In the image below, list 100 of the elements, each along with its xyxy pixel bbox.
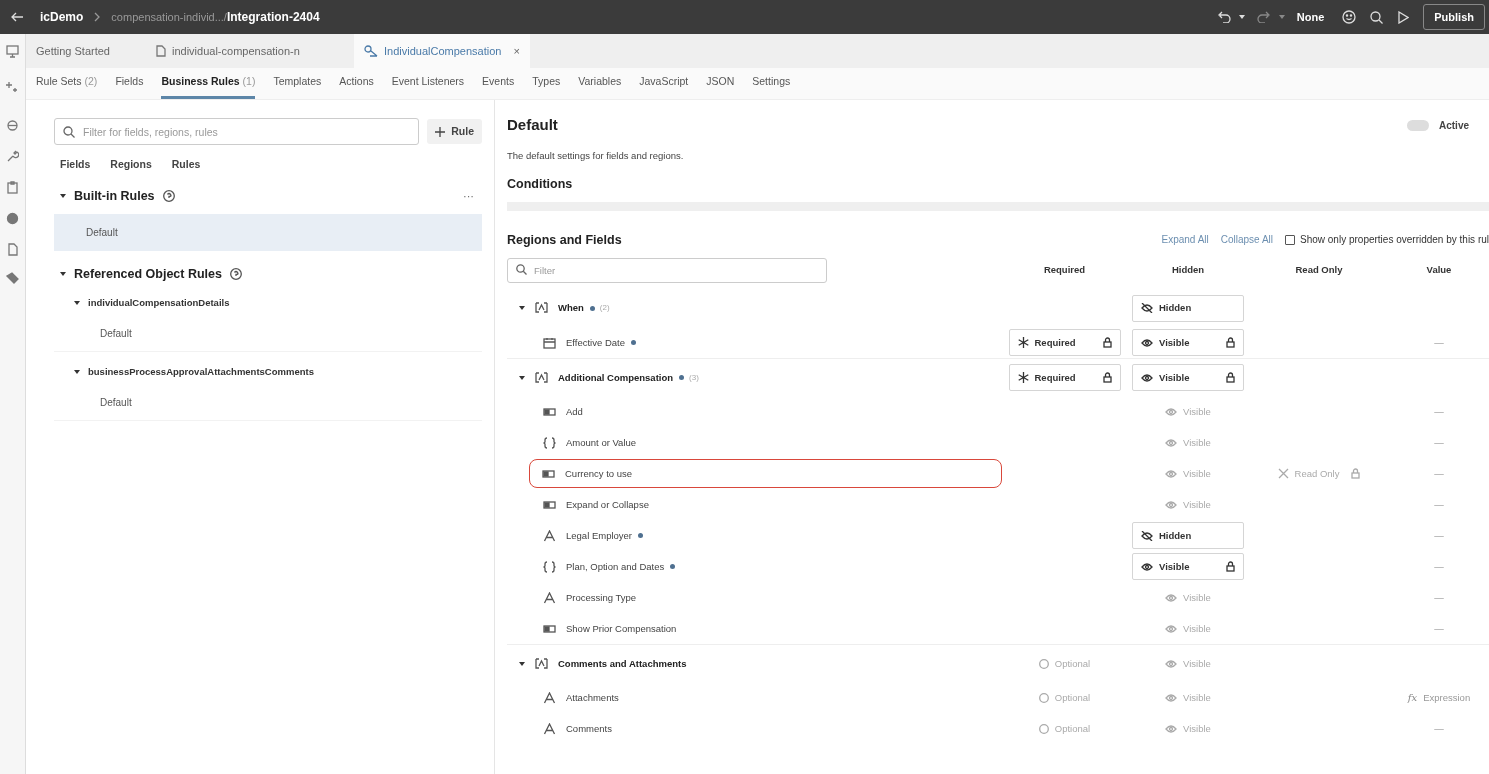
editor-tab[interactable]: individual-compensation-n [172, 42, 300, 60]
monitor-icon[interactable] [6, 45, 19, 58]
sub-tab[interactable]: Actions [339, 68, 374, 99]
editor-tab[interactable]: Getting Started [36, 42, 110, 60]
toggle-label: Active [1439, 118, 1469, 133]
clipboard-icon[interactable] [6, 181, 19, 194]
eye-icon [1165, 692, 1178, 703]
mode-selector[interactable]: None [1296, 8, 1325, 26]
region-name[interactable]: When [558, 301, 584, 316]
sub-tab[interactable]: Business Rules (1) [161, 68, 256, 99]
eye-icon [1141, 372, 1153, 383]
field-name[interactable]: Show Prior Compensation [566, 621, 677, 636]
expand-all-link[interactable]: Expand All [1161, 232, 1209, 248]
letter-icon [543, 591, 556, 604]
property-toggle[interactable]: Hidden [1132, 294, 1244, 322]
document-icon[interactable] [6, 243, 19, 256]
rule-item[interactable]: Default [54, 213, 482, 251]
field-name[interactable]: Plan, Option and Dates [566, 559, 665, 574]
sub-tab[interactable]: Templates [273, 68, 322, 99]
field-name[interactable]: Add [566, 404, 583, 419]
editor-tab[interactable]: IndividualCompensation [384, 42, 502, 60]
field-name[interactable]: Expand or Collapse [566, 497, 649, 512]
region-name[interactable]: Additional Compensation [558, 370, 674, 385]
sub-tab[interactable]: Event Listeners [391, 68, 465, 99]
rule-item[interactable]: Default [54, 315, 482, 353]
braces-icon [543, 436, 556, 449]
property-toggle[interactable]: Visible [1132, 364, 1244, 392]
radio-circle-icon [1038, 692, 1049, 703]
field-name[interactable]: Legal Employer [566, 528, 632, 543]
close-tab-button[interactable]: × [513, 42, 520, 60]
rule-description: The default settings for fields and regions. [507, 148, 685, 163]
calendar-icon [543, 336, 556, 349]
letter-icon [543, 529, 556, 542]
sub-tab[interactable]: Variables [578, 68, 622, 99]
sub-tab[interactable]: Types [532, 68, 561, 99]
more-menu-button[interactable]: ··· [463, 187, 482, 205]
column-header: Read Only [1295, 263, 1343, 278]
back-arrow-icon[interactable] [10, 11, 24, 23]
property-toggle[interactable]: Required [1008, 364, 1121, 392]
value-text: — [1434, 528, 1444, 543]
circle-icon[interactable] [6, 119, 19, 132]
redo-icon[interactable] [1256, 11, 1271, 23]
search-icon[interactable] [1370, 10, 1384, 24]
search-icon [63, 126, 75, 138]
field-name[interactable]: Comments [566, 721, 612, 736]
filter-link[interactable]: Rules [171, 157, 201, 173]
field-name[interactable]: Attachments [566, 690, 619, 705]
column-header: Value [1426, 263, 1452, 278]
filter-field[interactable]: Filter [507, 258, 827, 284]
field-name[interactable]: Currency to use [565, 466, 633, 481]
field-name[interactable]: Effective Date [566, 335, 625, 350]
filter-link[interactable]: Regions [110, 157, 152, 173]
sub-tab[interactable]: Fields [115, 68, 144, 99]
search-field[interactable]: Filter for fields, regions, rules [54, 118, 420, 145]
value-text: — [1434, 621, 1444, 636]
sub-tab[interactable]: JavaScript [639, 68, 689, 99]
region-name[interactable]: Comments and Attachments [558, 656, 687, 671]
app-name[interactable]: icDemo [40, 8, 84, 26]
sub-tab[interactable]: Settings [752, 68, 791, 99]
sub-tab[interactable]: Events [482, 68, 515, 99]
group-title[interactable]: individualCompensationDetails [88, 296, 230, 311]
eye-icon [1141, 561, 1153, 572]
asterisk-icon [1017, 372, 1029, 384]
publish-button[interactable]: Publish [1423, 4, 1485, 30]
sub-tab[interactable]: Rule Sets (2) [36, 68, 98, 99]
eye-icon [1165, 468, 1178, 479]
section-title[interactable]: Built-in Rules [74, 186, 155, 206]
toggle-icon [543, 498, 556, 511]
property-toggle[interactable]: Hidden [1132, 522, 1244, 550]
group-title[interactable]: businessProcessApprovalAttachmentsComments [88, 365, 314, 380]
region-icon [535, 371, 548, 384]
chevron-right-icon [93, 12, 102, 22]
undo-icon[interactable] [1216, 11, 1231, 23]
letter-icon [543, 722, 556, 735]
property-toggle[interactable]: Visible [1132, 553, 1244, 581]
value-text: — [1434, 559, 1444, 574]
filter-link[interactable]: Fields [60, 157, 91, 173]
smiley-icon[interactable] [1342, 10, 1357, 24]
property-toggle[interactable]: Required [1008, 329, 1121, 357]
add-rule-button[interactable]: Rule [427, 119, 482, 144]
document-icon [156, 45, 166, 57]
play-icon[interactable] [1397, 10, 1410, 24]
section-title[interactable]: Referenced Object Rules [74, 264, 222, 284]
project-title: Integration-2404 [226, 9, 320, 26]
eye-icon [1165, 437, 1178, 448]
wrench-icon[interactable] [6, 150, 19, 163]
active-toggle[interactable] [1407, 119, 1429, 131]
eye-icon [1165, 723, 1178, 734]
item-count: (2) [599, 302, 610, 315]
property-toggle[interactable]: Visible [1132, 329, 1244, 357]
sub-tab[interactable]: JSON [706, 68, 735, 99]
field-name[interactable]: Amount or Value [566, 435, 637, 450]
field-name[interactable]: Processing Type [566, 590, 637, 605]
checkbox-label: Show only properties overridden by this rul [1300, 233, 1489, 248]
caret-down-icon[interactable] [1238, 15, 1245, 19]
region-icon [535, 657, 548, 670]
checkbox[interactable] [1285, 234, 1295, 245]
rule-item[interactable]: Default [54, 384, 482, 422]
collapse-all-link[interactable]: Collapse All [1220, 232, 1273, 248]
breadcrumb-path[interactable]: compensation-individ.../ [111, 8, 227, 26]
